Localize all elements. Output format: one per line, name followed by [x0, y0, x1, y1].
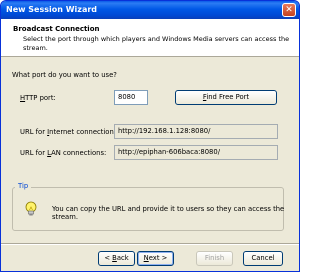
wizard-header: Broadcast Connection Select the port thr…	[1, 19, 299, 57]
page-description: Select the port through which players an…	[23, 35, 290, 52]
http-port-label: HTTP port:	[20, 94, 56, 102]
lan-url-field[interactable]: http://epiphan-606baca:8080/	[114, 145, 278, 160]
lan-url-label: URL for LAN connections:	[20, 149, 107, 157]
finish-button[interactable]: Finish	[196, 251, 233, 266]
tip-label: Tip	[15, 182, 32, 190]
cancel-button[interactable]: Cancel	[243, 251, 283, 266]
title-bar[interactable]: New Session Wizard ✕	[1, 1, 299, 19]
window-title: New Session Wizard	[6, 5, 98, 14]
lightbulb-icon	[25, 201, 37, 216]
internet-url-field[interactable]: http://192.168.1.128:8080/	[114, 124, 278, 139]
close-button[interactable]: ✕	[282, 3, 296, 17]
back-button[interactable]: < Back	[98, 251, 135, 266]
page-title: Broadcast Connection	[13, 25, 100, 33]
close-icon: ✕	[285, 5, 293, 15]
footer-divider	[1, 243, 299, 245]
find-free-port-button[interactable]: Find Free Port	[175, 90, 277, 105]
http-port-input[interactable]: 8080	[114, 90, 148, 105]
tip-text: You can copy the URL and provide it to u…	[52, 205, 285, 221]
port-question: What port do you want to use?	[12, 71, 117, 79]
internet-url-label: URL for Internet connections:	[20, 128, 120, 136]
next-button[interactable]: Next >	[137, 251, 174, 266]
wizard-window: New Session Wizard ✕ Broadcast Connectio…	[0, 0, 300, 272]
